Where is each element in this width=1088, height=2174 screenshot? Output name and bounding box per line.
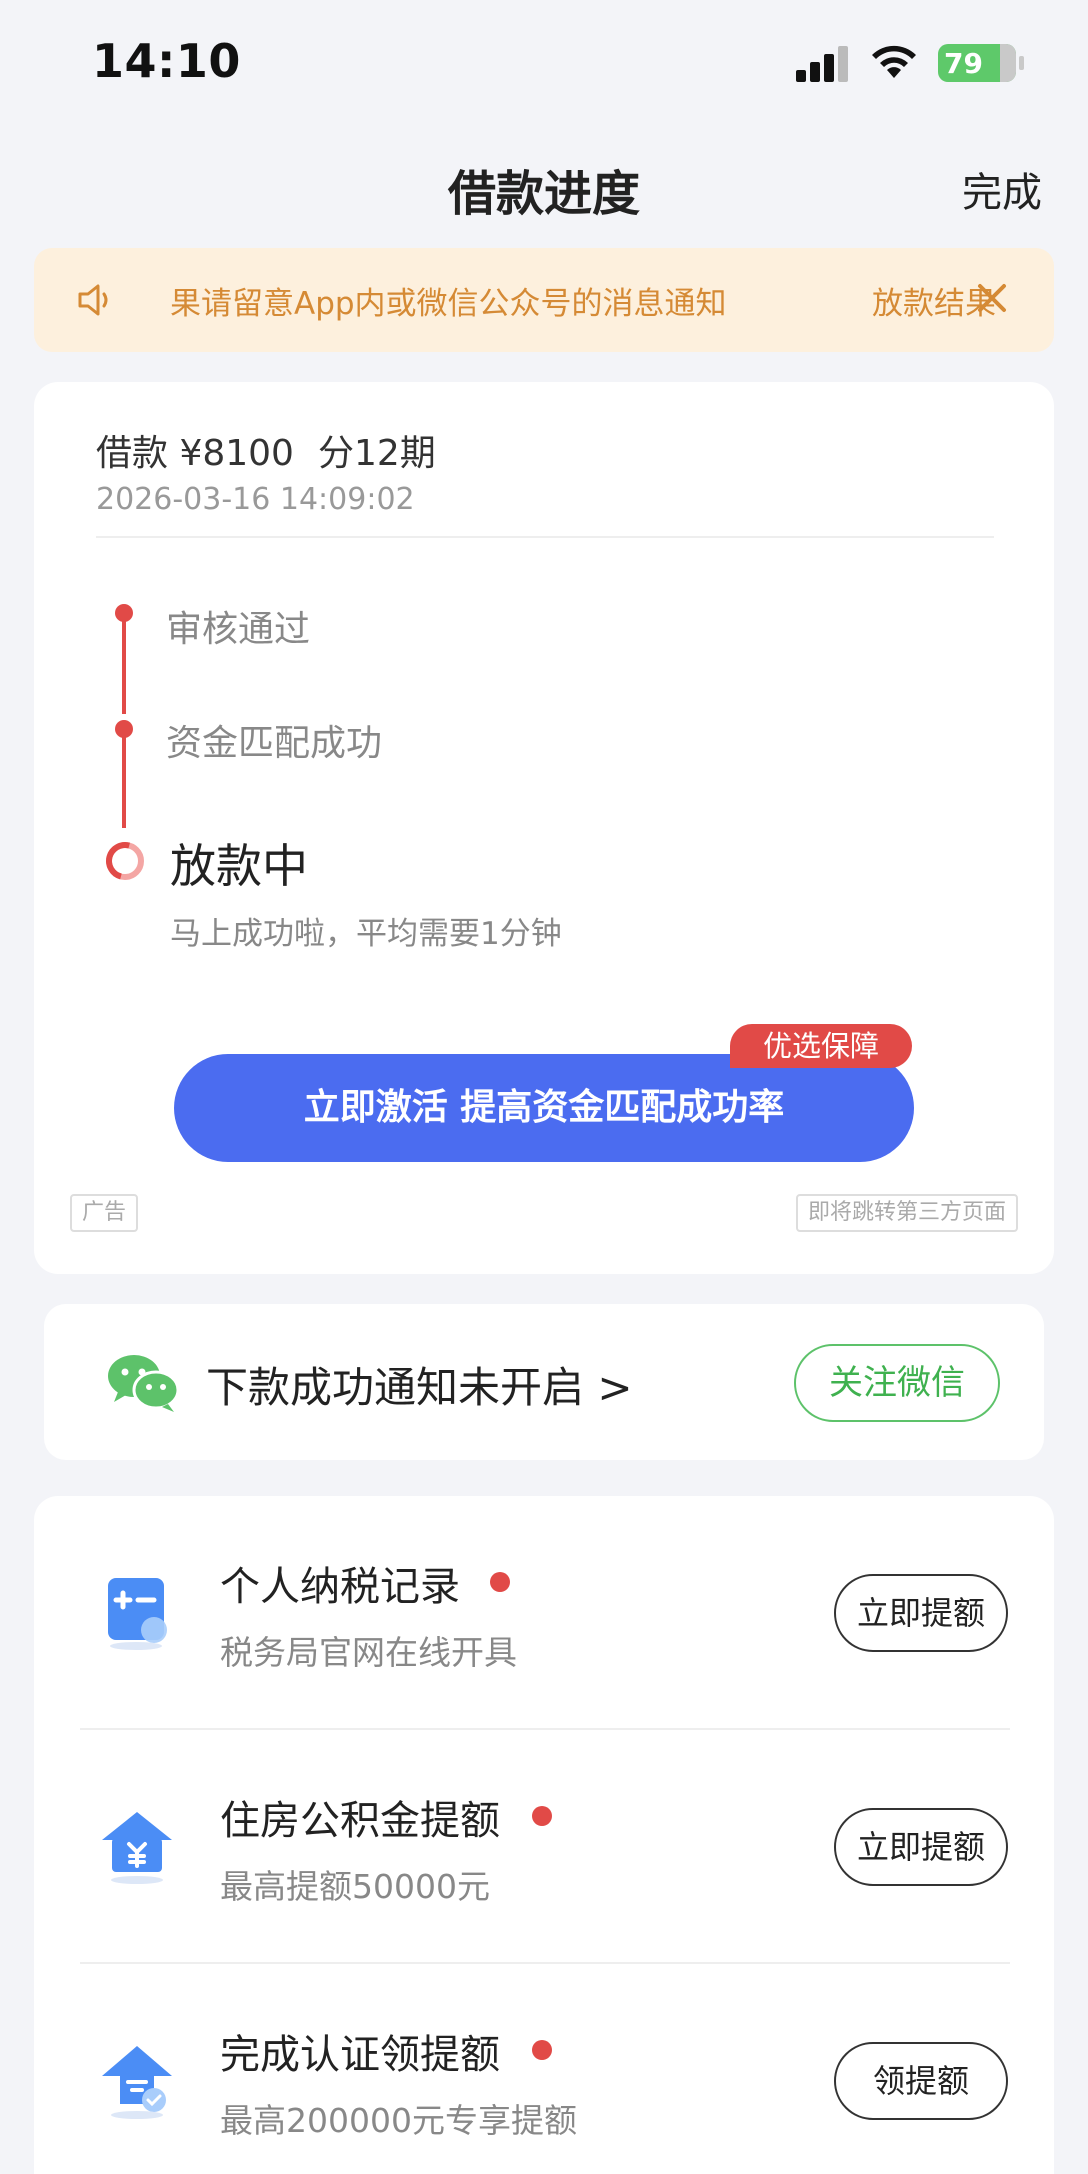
- done-button[interactable]: 完成: [962, 160, 1042, 218]
- status-bar: 14:10 79: [0, 0, 1088, 120]
- boost-button[interactable]: 立即提额: [834, 1574, 1008, 1652]
- speaker-icon: [78, 284, 108, 316]
- credit-boost-list: 个人纳税记录 税务局官网在线开具 立即提额 住房公积金提额 最高提额50000元…: [34, 1496, 1054, 2174]
- timeline-line: [122, 728, 126, 828]
- current-step: 放款中: [170, 839, 308, 893]
- new-badge-dot: [532, 1806, 552, 1826]
- badge-premium: 优选保障: [730, 1024, 912, 1068]
- tax-calculator-icon: [108, 1578, 167, 1650]
- close-icon[interactable]: [972, 278, 1012, 318]
- battery-icon: 79: [938, 44, 1024, 82]
- loan-progress-card: 借款 ¥8100 分12期 2026-03-16 14:09:02 审核通过 资金…: [34, 382, 1054, 1274]
- notice-bar: 果请留意App内或微信公众号的消息通知 放款结果: [34, 248, 1054, 352]
- list-item-verification[interactable]: 完成认证领提额 最高200000元专享提额 领提额: [34, 1964, 1054, 2174]
- loan-summary: 借款 ¥8100 分12期: [96, 424, 436, 476]
- claim-boost-button[interactable]: 领提额: [834, 2042, 1008, 2120]
- current-step-sub: 马上成功啦，平均需要1分钟: [170, 916, 562, 952]
- new-badge-dot: [490, 1572, 510, 1592]
- wechat-notify-card[interactable]: 下款成功通知未开启 > 关注微信: [44, 1304, 1044, 1460]
- item-subtitle: 税务局官网在线开具: [220, 1633, 517, 1672]
- timeline-dot: [115, 604, 133, 622]
- item-subtitle: 最高200000元专享提额: [220, 2101, 577, 2140]
- list-item-tax[interactable]: 个人纳税记录 税务局官网在线开具 立即提额: [34, 1496, 1054, 1728]
- new-badge-dot: [532, 2040, 552, 2060]
- step-approved: 审核通过: [166, 609, 311, 650]
- page-title: 借款进度: [447, 166, 640, 222]
- verify-upgrade-icon: [102, 2046, 172, 2119]
- follow-wechat-button[interactable]: 关注微信: [794, 1344, 1000, 1422]
- wechat-notify-text[interactable]: 下款成功通知未开启 >: [206, 1354, 633, 1415]
- loan-amount: 借款 ¥8100: [96, 433, 294, 474]
- timeline-dot: [115, 720, 133, 738]
- divider: [96, 536, 994, 538]
- loan-date: 2026-03-16 14:09:02: [96, 482, 415, 517]
- item-title: 完成认证领提额: [220, 2032, 500, 2078]
- item-title: 住房公积金提额: [220, 1798, 500, 1844]
- third-party-note: 即将跳转第三方页面: [795, 1194, 1018, 1232]
- battery-level: 79: [944, 46, 983, 80]
- wechat-icon: [108, 1355, 180, 1412]
- status-time: 14:10: [92, 34, 241, 88]
- cellular-signal-icon: [796, 46, 852, 82]
- boost-button[interactable]: 立即提额: [834, 1808, 1008, 1886]
- wifi-icon: [872, 45, 916, 78]
- step-funds-matched: 资金匹配成功: [166, 723, 383, 764]
- item-title: 个人纳税记录: [220, 1564, 460, 1610]
- loading-ring-icon: [106, 842, 144, 880]
- activate-button[interactable]: 立即激活 提高资金匹配成功率: [174, 1054, 914, 1162]
- loan-terms: 分12期: [317, 433, 436, 474]
- notice-marquee: 果请留意App内或微信公众号的消息通知 放款结果: [134, 248, 1014, 352]
- ad-tag: 广告: [70, 1194, 138, 1232]
- timeline-line: [122, 614, 126, 714]
- notice-text: 果请留意App内或微信公众号的消息通知: [170, 286, 727, 322]
- item-subtitle: 最高提额50000元: [220, 1867, 490, 1906]
- housing-fund-icon: [102, 1812, 172, 1884]
- list-item-housing-fund[interactable]: 住房公积金提额 最高提额50000元 立即提额: [34, 1730, 1054, 1962]
